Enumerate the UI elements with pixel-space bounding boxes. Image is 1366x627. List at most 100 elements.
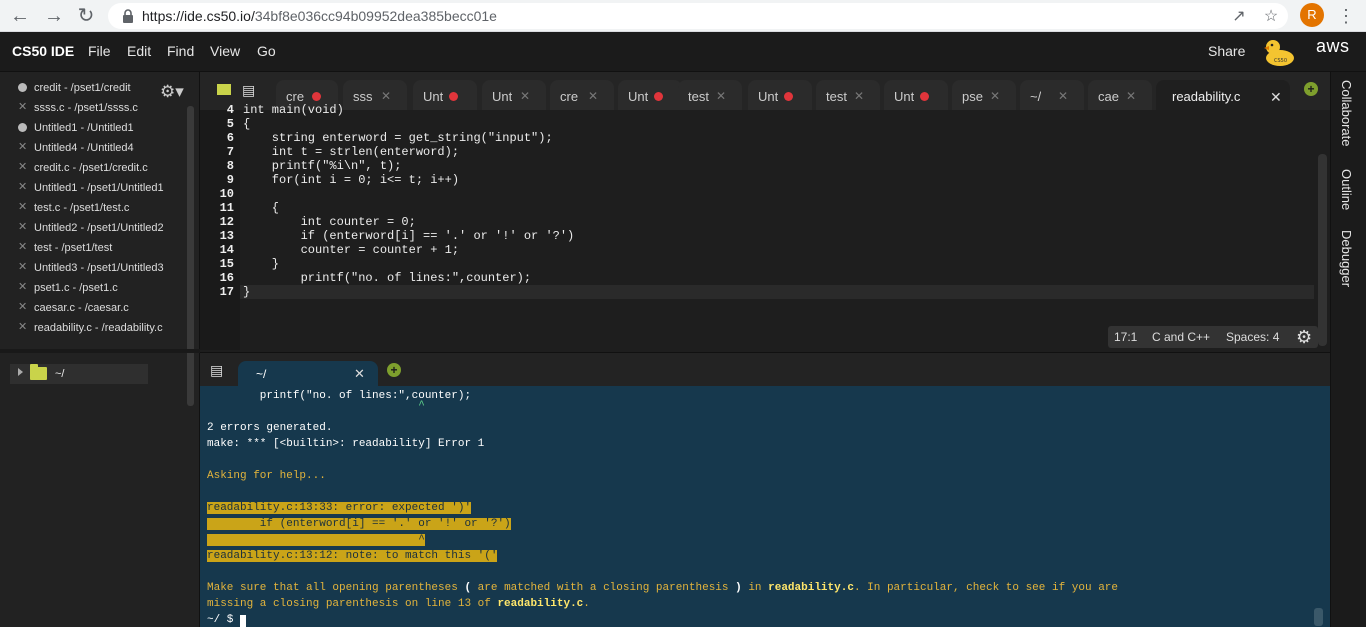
help-paren-close: )	[735, 582, 742, 594]
open-file-item[interactable]: ✕ test.c - /pset1/test.c	[0, 198, 186, 218]
open-file-label: readability.c - /readability.c	[34, 322, 163, 334]
add-tab-icon[interactable]: +	[1304, 82, 1318, 96]
close-icon[interactable]: ✕	[18, 202, 27, 213]
editor-tab[interactable]: Unt	[413, 80, 477, 110]
terminal-scrollbar[interactable]	[1314, 608, 1323, 626]
unsaved-dot-icon[interactable]	[920, 92, 929, 101]
line-number: 11	[219, 201, 234, 215]
menu-view[interactable]: View	[210, 43, 240, 59]
line-number-gutter: 4 5 6 7 8 9 10 11 12 13 14 15 16 17	[200, 103, 240, 350]
open-files-scrollbar[interactable]	[187, 106, 194, 406]
editor-tab[interactable]: Unt	[748, 80, 812, 110]
open-file-item[interactable]: ✕ readability.c - /readability.c	[0, 318, 186, 338]
help-text: in	[741, 582, 769, 594]
arrow-right-icon[interactable]: →	[42, 4, 66, 28]
close-icon[interactable]: ✕	[381, 89, 391, 103]
editor-tab[interactable]: Unt	[618, 80, 682, 110]
editor-tab[interactable]: readability.c ✕	[1156, 80, 1290, 110]
unsaved-dot-icon[interactable]	[654, 92, 663, 101]
editor-tab[interactable]: cre ✕	[550, 80, 614, 110]
open-file-item[interactable]: ✕ ssss.c - /pset1/ssss.c	[0, 98, 186, 118]
close-icon[interactable]: ✕	[18, 262, 27, 273]
close-icon[interactable]: ✕	[18, 142, 27, 153]
cursor-position[interactable]: 17:1	[1114, 330, 1137, 344]
star-icon[interactable]: ☆	[1262, 8, 1280, 26]
address-bar[interactable]: https://ide.cs50.io/34bf8e036cc94b09952d…	[108, 3, 1288, 29]
close-icon[interactable]: ✕	[854, 89, 864, 103]
close-icon[interactable]: ✕	[1058, 89, 1068, 103]
unsaved-dot-icon[interactable]	[18, 83, 27, 92]
close-icon[interactable]: ✕	[18, 222, 27, 233]
panel-divider[interactable]	[0, 349, 200, 353]
close-icon[interactable]: ✕	[18, 162, 27, 173]
editor-tab[interactable]: pse ✕	[952, 80, 1016, 110]
indent-setting[interactable]: Spaces: 4	[1226, 330, 1279, 344]
add-terminal-icon[interactable]: +	[387, 363, 401, 377]
close-icon[interactable]: ✕	[588, 89, 598, 103]
close-icon[interactable]: ✕	[18, 282, 27, 293]
close-icon[interactable]: ✕	[18, 182, 27, 193]
gear-icon[interactable]: ⚙▾	[160, 82, 184, 102]
close-icon[interactable]: ✕	[18, 102, 27, 113]
reload-icon[interactable]: ↻	[74, 4, 98, 28]
editor-scrollbar[interactable]	[1318, 154, 1327, 346]
outline-tab[interactable]: Outline	[1339, 169, 1354, 210]
more-vert-icon[interactable]: ⋮	[1336, 4, 1356, 28]
line-number: 12	[219, 215, 234, 229]
open-file-item[interactable]: ✕ pset1.c - /pset1.c	[0, 278, 186, 298]
language-mode[interactable]: C and C++	[1152, 330, 1210, 344]
open-file-item[interactable]: ✕ credit.c - /pset1/credit.c	[0, 158, 186, 178]
close-icon[interactable]: ✕	[18, 322, 27, 333]
menu-edit[interactable]: Edit	[127, 43, 151, 59]
close-icon[interactable]: ✕	[716, 89, 726, 103]
code-editor[interactable]: 4 5 6 7 8 9 10 11 12 13 14 15 16 17 int main(void){ s…	[200, 103, 1330, 350]
open-file-item[interactable]: ✕ test - /pset1/test	[0, 238, 186, 258]
unsaved-dot-icon[interactable]	[312, 92, 321, 101]
editor-tab[interactable]: sss ✕	[343, 80, 407, 110]
open-file-item[interactable]: ✕ Untitled2 - /pset1/Untitled2	[0, 218, 186, 238]
gear-icon[interactable]: ⚙	[1296, 327, 1312, 348]
avatar[interactable]: R	[1300, 3, 1324, 27]
close-icon[interactable]: ✕	[1126, 89, 1136, 103]
editor-tab[interactable]: ~/ ✕	[1020, 80, 1084, 110]
editor-tab[interactable]: cae ✕	[1088, 80, 1152, 110]
folder-icon[interactable]	[217, 84, 231, 95]
unsaved-dot-icon[interactable]	[449, 92, 458, 101]
file-tree-root[interactable]: ~/	[10, 364, 148, 384]
share-button[interactable]: Share	[1208, 43, 1245, 59]
editor-tab[interactable]: Unt ✕	[482, 80, 546, 110]
open-file-item[interactable]: credit - /pset1/credit	[0, 78, 186, 98]
menu-find[interactable]: Find	[167, 43, 194, 59]
list-icon[interactable]: ▤	[210, 362, 223, 379]
open-file-item[interactable]: Untitled1 - /Untitled1	[0, 118, 186, 138]
menu-go[interactable]: Go	[257, 43, 276, 59]
unsaved-dot-icon[interactable]	[18, 123, 27, 132]
close-icon[interactable]: ✕	[18, 242, 27, 253]
debugger-tab[interactable]: Debugger	[1339, 230, 1354, 287]
terminal-line: readability.c:13:33: error: expected ')'	[207, 502, 472, 514]
open-file-item[interactable]: ✕ Untitled1 - /pset1/Untitled1	[0, 178, 186, 198]
open-file-item[interactable]: ✕ Untitled3 - /pset1/Untitled3	[0, 258, 186, 278]
close-icon[interactable]: ✕	[520, 89, 530, 103]
menu-file[interactable]: File	[88, 43, 111, 59]
chevron-right-icon[interactable]	[18, 368, 23, 376]
close-icon[interactable]: ✕	[1270, 89, 1282, 106]
duck-logo-icon[interactable]: CS50	[1262, 36, 1296, 68]
editor-tab[interactable]: test ✕	[816, 80, 880, 110]
list-icon[interactable]: ▤	[242, 82, 255, 99]
arrow-left-icon[interactable]: ←	[8, 4, 32, 28]
close-icon[interactable]: ✕	[990, 89, 1000, 103]
open-file-item[interactable]: ✕ caesar.c - /caesar.c	[0, 298, 186, 318]
share-icon[interactable]: ↗	[1230, 8, 1248, 26]
collaborate-tab[interactable]: Collaborate	[1339, 80, 1354, 147]
open-file-label: Untitled2 - /pset1/Untitled2	[34, 222, 164, 234]
editor-tab[interactable]: test ✕	[678, 80, 742, 110]
open-file-item[interactable]: ✕ Untitled4 - /Untitled4	[0, 138, 186, 158]
terminal-tab[interactable]: ~/ ✕	[238, 361, 378, 387]
terminal[interactable]: printf("no. of lines:",counter); ^ 2 erro…	[200, 386, 1330, 627]
aws-logo[interactable]: aws	[1316, 36, 1350, 57]
close-icon[interactable]: ✕	[354, 366, 365, 382]
close-icon[interactable]: ✕	[18, 302, 27, 313]
editor-tab[interactable]: Unt	[884, 80, 948, 110]
unsaved-dot-icon[interactable]	[784, 92, 793, 101]
